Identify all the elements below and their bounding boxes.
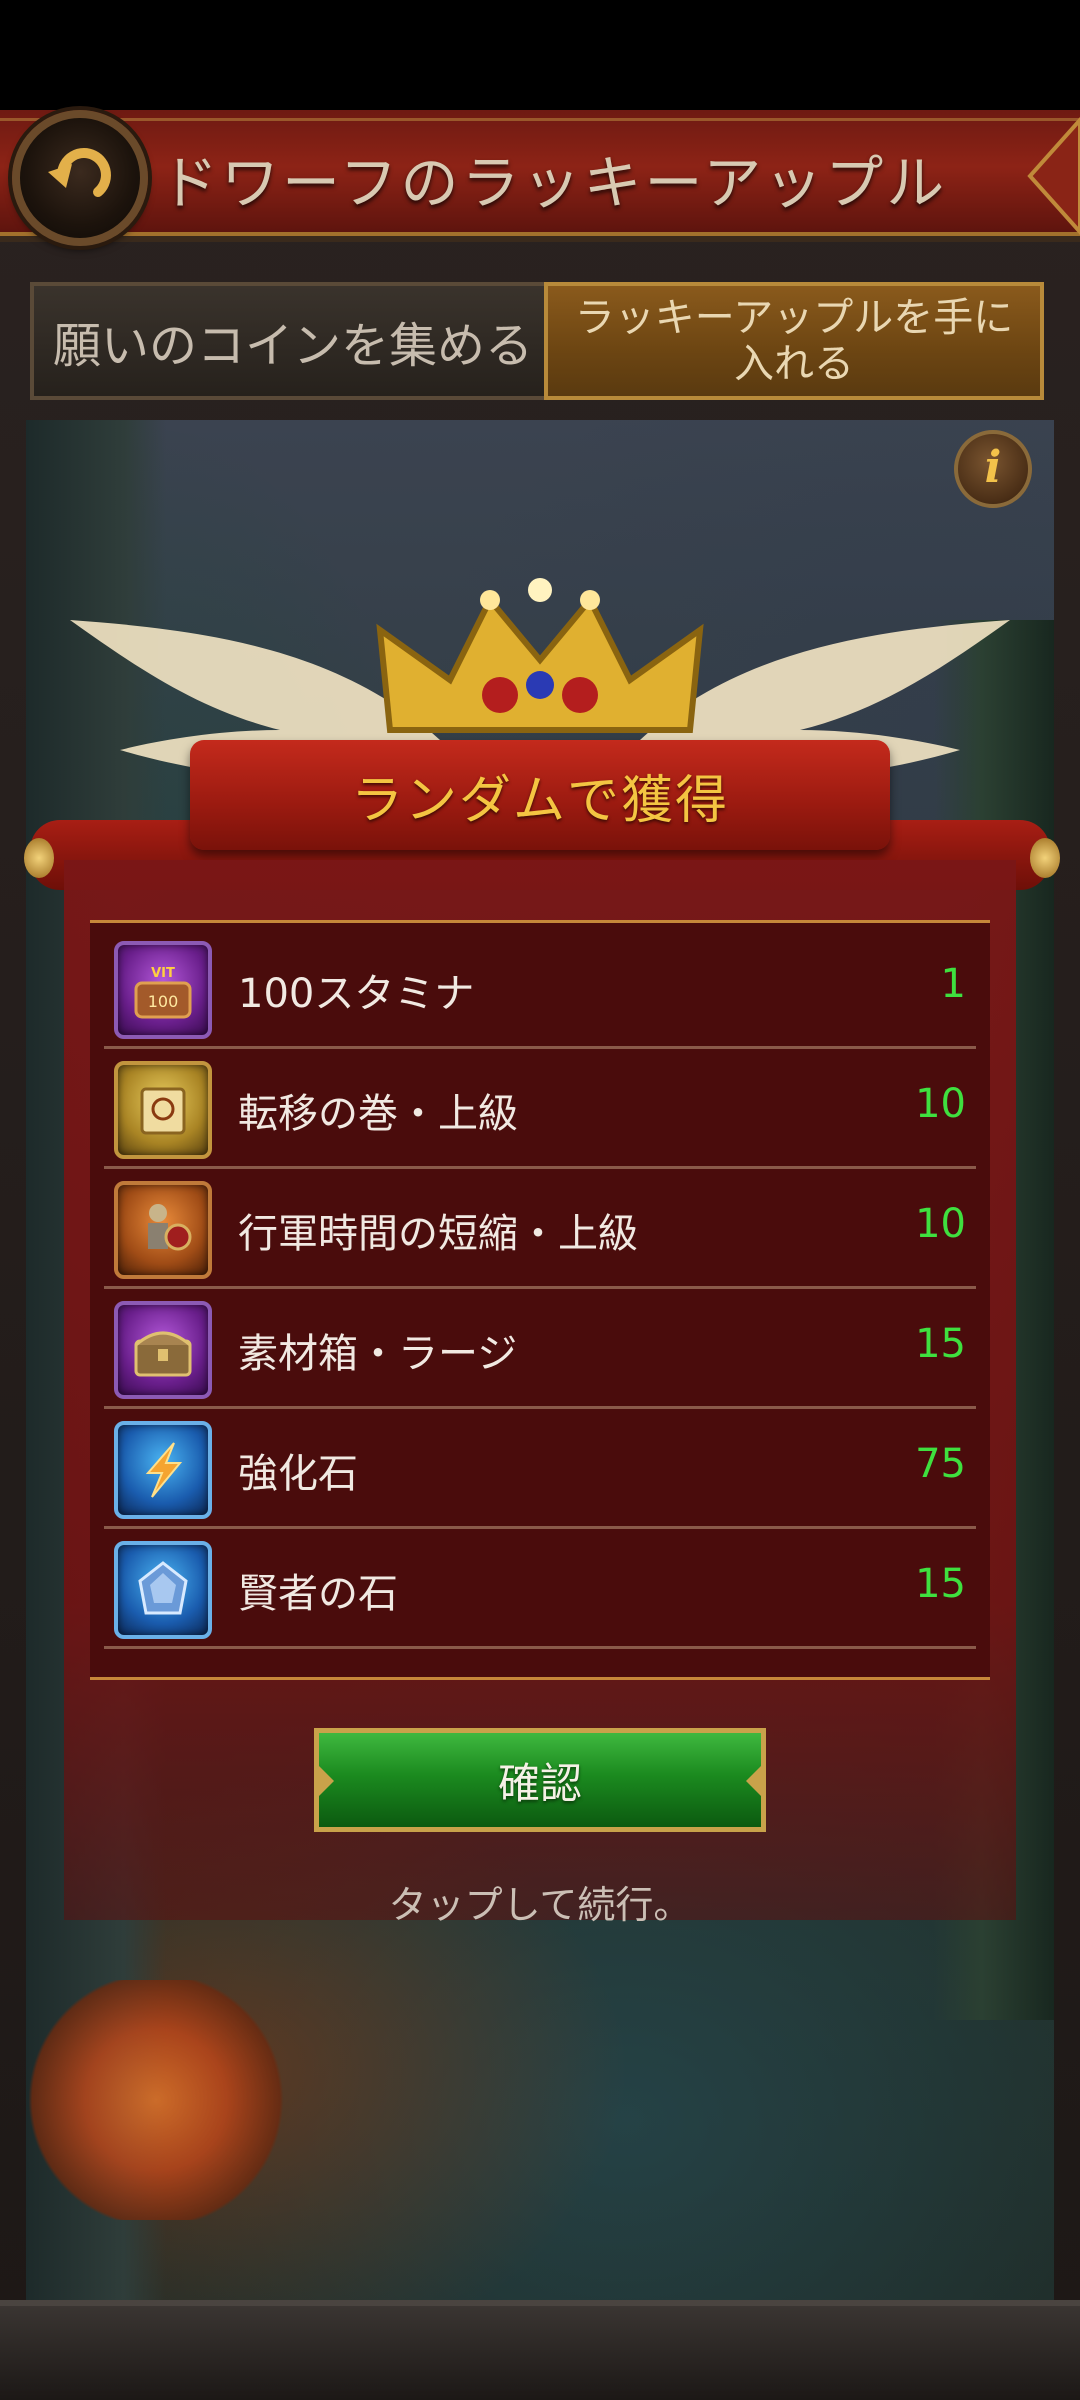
confirm-notch-right	[746, 1765, 762, 1797]
back-button[interactable]	[12, 110, 148, 246]
material-chest-icon	[114, 1301, 212, 1399]
status-bar	[0, 0, 1080, 110]
stamina-chest-icon: 100 VIT	[114, 941, 212, 1039]
ribbon-end-left	[24, 838, 54, 878]
reward-item: 行軍時間の短縮・上級 10	[104, 1169, 976, 1289]
reward-item-name: 100スタミナ	[238, 971, 475, 1017]
reward-item-name: 強化石	[238, 1451, 358, 1497]
confirm-button[interactable]: 確認	[314, 1728, 766, 1832]
bottom-frame-bar	[0, 2300, 1080, 2400]
reward-item: 転移の巻・上級 10	[104, 1049, 976, 1169]
header-decor-arrow	[1027, 116, 1080, 236]
confirm-button-label: 確認	[497, 1758, 582, 1808]
march-speedup-icon	[114, 1181, 212, 1279]
tab-get-lucky-apple-label: ラッキーアップルを手に入れる	[574, 295, 1014, 387]
reward-list: 100 VIT 100スタミナ 1 転移の巻・上級 10 行軍時間の短縮・上級 …	[90, 920, 990, 1680]
confirm-notch-left	[318, 1765, 334, 1797]
reward-item-name: 行軍時間の短縮・上級	[238, 1211, 638, 1257]
stamina-chest-badge: 100	[148, 992, 179, 1011]
reward-item-quantity: 10	[915, 1201, 966, 1247]
header-stripe	[0, 118, 1080, 121]
teleport-scroll-icon	[114, 1061, 212, 1159]
reward-item-name: 転移の巻・上級	[238, 1091, 518, 1137]
tab-collect-coins-label: 願いのコインを集める	[52, 318, 533, 374]
reward-item: 賢者の石 15	[104, 1529, 976, 1649]
info-button[interactable]: i	[954, 430, 1032, 508]
reward-item-name: 賢者の石	[238, 1571, 398, 1617]
page-title: ドワーフのラッキーアップル	[160, 149, 948, 217]
back-arrow-icon	[48, 148, 111, 197]
tab-bar: 願いのコインを集める ラッキーアップルを手に入れる	[24, 282, 1054, 402]
ribbon-end-right	[1030, 838, 1060, 878]
reward-item-quantity: 15	[915, 1561, 966, 1607]
reward-item-name: 素材箱・ラージ	[238, 1331, 518, 1377]
enhancement-stone-icon	[114, 1421, 212, 1519]
reward-banner: ランダムで獲得	[190, 740, 890, 850]
reward-item-quantity: 10	[915, 1081, 966, 1127]
reward-item-quantity: 75	[915, 1441, 966, 1487]
reward-item-quantity: 1	[940, 961, 966, 1007]
info-icon: i	[984, 442, 1002, 493]
stamina-chest-label: VIT	[151, 966, 175, 981]
tab-get-lucky-apple[interactable]: ラッキーアップルを手に入れる	[544, 282, 1044, 400]
reward-item: 強化石 75	[104, 1409, 976, 1529]
sage-stone-icon	[114, 1541, 212, 1639]
reward-item: 素材箱・ラージ 15	[104, 1289, 976, 1409]
reward-banner-title: ランダムで獲得	[350, 771, 729, 831]
crown-icon	[376, 578, 704, 733]
reward-item: 100 VIT 100スタミナ 1	[104, 929, 976, 1049]
tab-collect-coins[interactable]: 願いのコインを集める	[30, 282, 556, 400]
flower-decoration	[26, 1980, 286, 2220]
tap-to-continue-hint[interactable]: タップして続行。	[0, 1874, 1080, 1929]
header-bar: ドワーフのラッキーアップル	[0, 110, 1080, 242]
reward-item-quantity: 15	[915, 1321, 966, 1367]
